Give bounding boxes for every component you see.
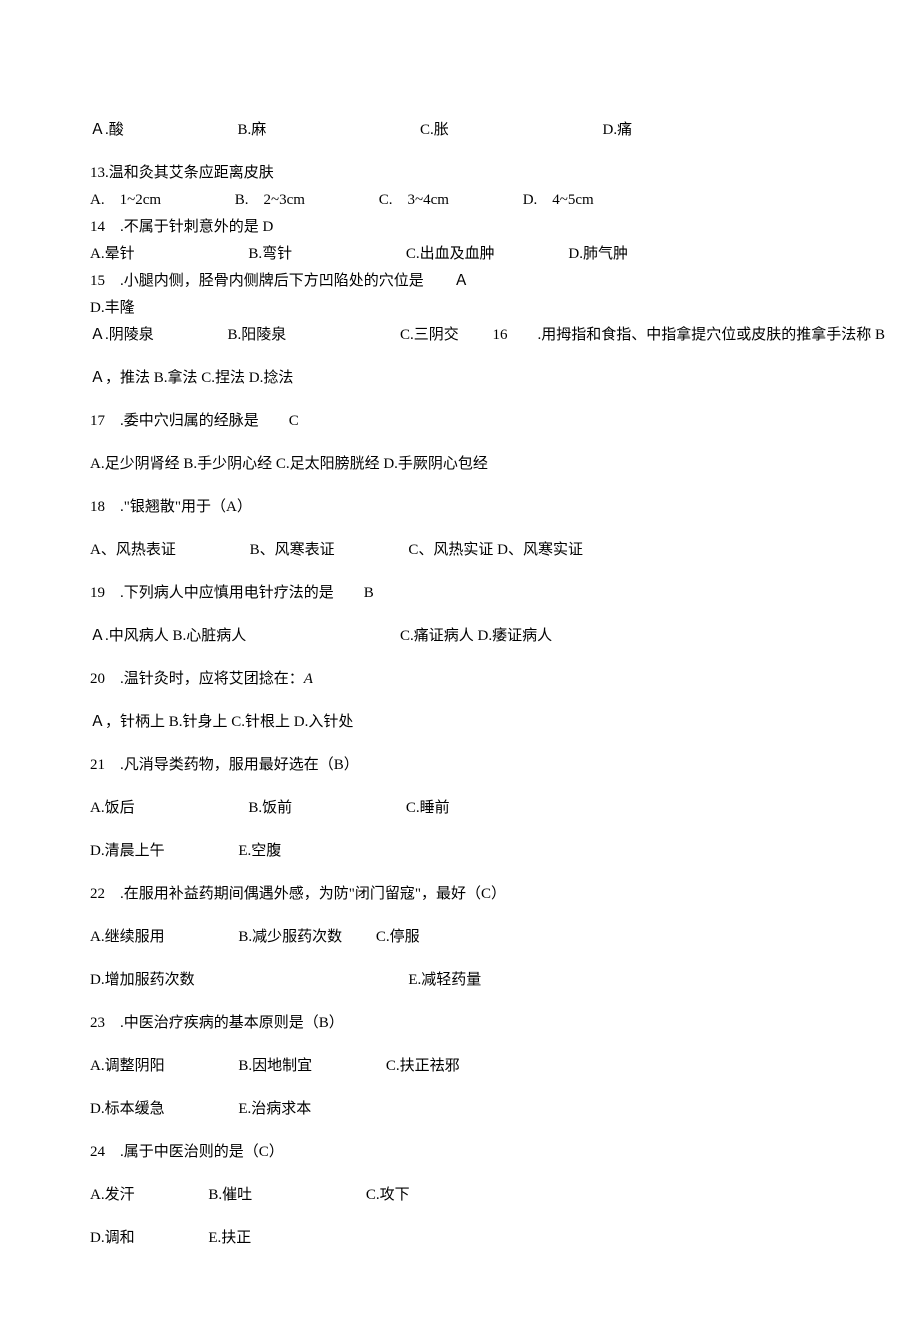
q20-options: Ａ，针柄上 B.针身上 C.针根上 D.入针处 xyxy=(90,712,830,733)
q23-stem: 23 .中医治疗疾病的基本原则是（B） xyxy=(90,1013,830,1034)
q18-opt-b: B、风寒表证 xyxy=(250,540,335,561)
q24-options-row1: A.发汗 B.催吐 C.攻下 xyxy=(90,1185,830,1206)
q21-options-row2: D.清晨上午 E.空腹 xyxy=(90,841,830,862)
q12-opt-b: B.麻 xyxy=(238,120,267,141)
q22-options-row2: D.增加服药次数 E.减轻药量 xyxy=(90,970,830,991)
q22-stem: 22 .在服用补益药期间偶遇外感，为防"闭门留寇"，最好（C） xyxy=(90,884,830,905)
q23-options-row2: D.标本缓急 E.治病求本 xyxy=(90,1099,830,1120)
q21-opt-d: D.清晨上午 xyxy=(90,841,165,862)
q22-opt-b: B.减少服药次数 xyxy=(238,927,342,948)
q21-opt-b: B.饭前 xyxy=(248,798,292,819)
q24-stem: 24 .属于中医治则的是（C） xyxy=(90,1142,830,1163)
q23-opt-d: D.标本缓急 xyxy=(90,1099,165,1120)
q13-opt-c: C. 3~4cm xyxy=(379,190,449,211)
q15-options-and-q16: Ａ.阴陵泉 B.阳陵泉 C.三阴交 16 .用拇指和食指、中指拿提穴位或皮肤的推… xyxy=(90,325,830,346)
q12-options: Ａ.酸 B.麻 C.胀 D.痛 xyxy=(90,120,830,141)
q18-opt-cd: C、风热实证 D、风寒实证 xyxy=(408,540,583,561)
q21-opt-e: E.空腹 xyxy=(238,841,281,862)
q22-opt-a: A.继续服用 xyxy=(90,927,165,948)
q14-opt-a: A.晕针 xyxy=(90,244,135,265)
q15-d-label: D.丰隆 xyxy=(90,298,830,319)
q22-opt-d: D.增加服药次数 xyxy=(90,970,195,991)
q13-opt-b: B. 2~3cm xyxy=(235,190,305,211)
q14-options: A.晕针 B.弯针 C.出血及血肿 D.肺气肿 xyxy=(90,244,830,265)
q24-opt-c: C.攻下 xyxy=(366,1185,410,1206)
q19-options: Ａ.中风病人 B.心脏病人 C.痛证病人 D.痿证病人 xyxy=(90,626,830,647)
q20-answer: A xyxy=(304,671,313,687)
q20-stem: 20 .温针灸时，应将艾团捻在：A xyxy=(90,669,830,690)
q15-opt-a: Ａ.阴陵泉 xyxy=(90,325,154,346)
q24-options-row2: D.调和 E.扶正 xyxy=(90,1228,830,1249)
q14-opt-c: C.出血及血肿 xyxy=(406,244,495,265)
q13-opt-a: A. 1~2cm xyxy=(90,190,161,211)
q24-opt-a: A.发汗 xyxy=(90,1185,135,1206)
q22-options-row1: A.继续服用 B.减少服药次数 C.停服 xyxy=(90,927,830,948)
q19-stem: 19 .下列病人中应慎用电针疗法的是 B xyxy=(90,583,830,604)
q16-options: Ａ，推法 B.拿法 C.捏法 D.捻法 xyxy=(90,368,830,389)
q24-opt-e: E.扶正 xyxy=(208,1228,251,1249)
q19-opt-cd: C.痛证病人 D.痿证病人 xyxy=(400,626,552,647)
q21-opt-a: A.饭后 xyxy=(90,798,135,819)
q13-opt-d: D. 4~5cm xyxy=(523,190,594,211)
q23-opt-a: A.调整阴阳 xyxy=(90,1056,165,1077)
q12-opt-a: Ａ.酸 xyxy=(90,120,124,141)
q19-opt-ab: Ａ.中风病人 B.心脏病人 xyxy=(90,626,246,647)
q15-opt-b: B.阳陵泉 xyxy=(228,325,287,346)
q23-opt-c: C.扶正祛邪 xyxy=(386,1056,460,1077)
q17-options: A.足少阴肾经 B.手少阴心经 C.足太阳膀胱经 D.手厥阴心包经 xyxy=(90,454,830,475)
exam-page: Ａ.酸 B.麻 C.胀 D.痛 13.温和灸其艾条应距离皮肤 A. 1~2cm … xyxy=(0,0,920,1331)
q24-opt-b: B.催吐 xyxy=(208,1185,252,1206)
q21-options-row1: A.饭后 B.饭前 C.睡前 xyxy=(90,798,830,819)
q22-opt-e: E.减轻药量 xyxy=(408,970,481,991)
q12-opt-c: C.胀 xyxy=(420,120,449,141)
q13-options: A. 1~2cm B. 2~3cm C. 3~4cm D. 4~5cm xyxy=(90,190,830,211)
q21-opt-c: C.睡前 xyxy=(406,798,450,819)
q15-opt-c: C.三阴交 xyxy=(400,325,459,346)
q23-opt-e: E.治病求本 xyxy=(238,1099,311,1120)
q22-opt-c: C.停服 xyxy=(376,927,420,948)
q16-stem-inline: 16 .用拇指和食指、中指拿提穴位或皮肤的推拿手法称 B xyxy=(493,325,886,346)
q14-opt-b: B.弯针 xyxy=(248,244,292,265)
q20-stem-text: 20 .温针灸时，应将艾团捻在： xyxy=(90,671,304,687)
q14-opt-d: D.肺气肿 xyxy=(568,244,628,265)
q23-opt-b: B.因地制宜 xyxy=(238,1056,312,1077)
q18-options: A、风热表证 B、风寒表证 C、风热实证 D、风寒实证 xyxy=(90,540,830,561)
q24-opt-d: D.调和 xyxy=(90,1228,135,1249)
q14-stem: 14 .不属于针刺意外的是 D xyxy=(90,217,830,238)
q23-options-row1: A.调整阴阳 B.因地制宜 C.扶正祛邪 xyxy=(90,1056,830,1077)
q13-stem: 13.温和灸其艾条应距离皮肤 xyxy=(90,163,830,184)
q17-stem: 17 .委中穴归属的经脉是 C xyxy=(90,411,830,432)
q18-stem: 18 ."银翘散"用于（A） xyxy=(90,497,830,518)
q21-stem: 21 .凡消导类药物，服用最好选在（B） xyxy=(90,755,830,776)
q15-stem: 15 .小腿内侧，胫骨内侧牌后下方凹陷处的穴位是 Ａ xyxy=(90,271,830,292)
q18-opt-a: A、风热表证 xyxy=(90,540,176,561)
q12-opt-d: D.痛 xyxy=(603,120,633,141)
